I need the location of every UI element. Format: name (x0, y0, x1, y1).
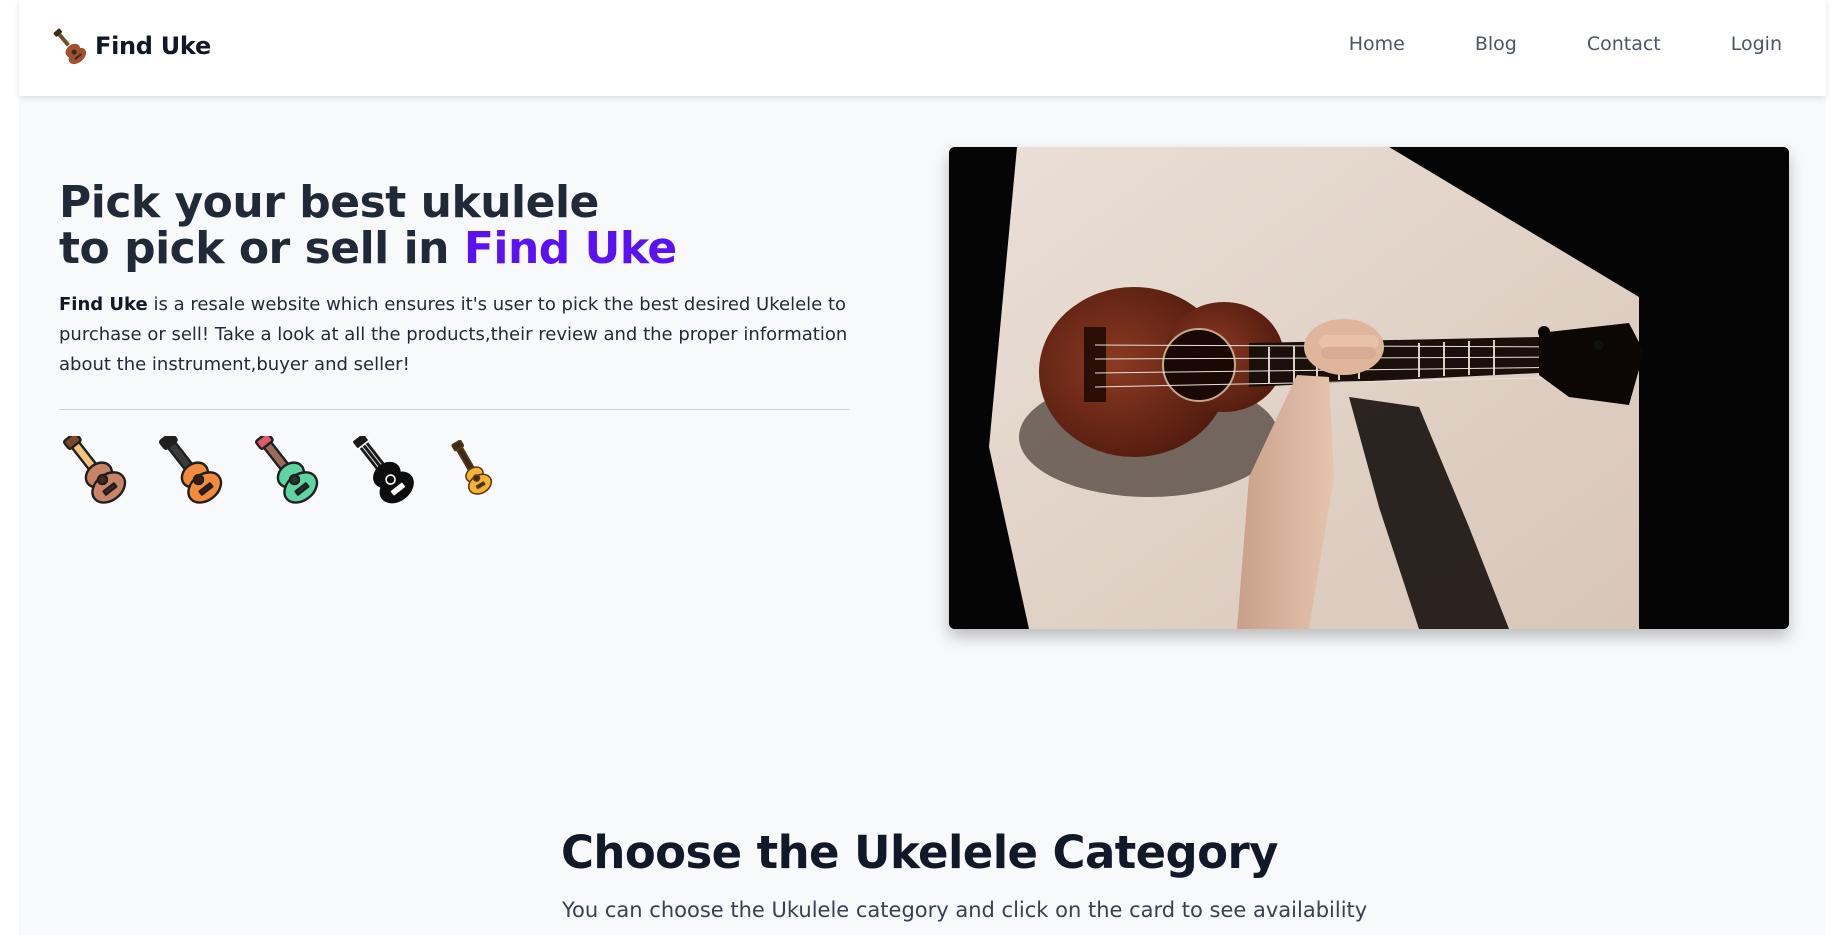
hero-title-accent: Find Uke (463, 223, 677, 274)
hero-title: Pick your best ukulele to pick or sell i… (59, 180, 677, 272)
nav-blog-link[interactable]: Blog (1475, 33, 1517, 55)
hero-description: Find Uke is a resale website which ensur… (59, 290, 859, 380)
navbar: Find Uke Home Blog Contact Login (19, 0, 1826, 96)
hero-desc-brand: Find Uke (59, 294, 148, 315)
nav-links: Home Blog Contact Login (1279, 33, 1782, 55)
nav-contact-link[interactable]: Contact (1587, 33, 1661, 55)
brown-ukulele-icon (63, 436, 127, 504)
hero-title-line1: Pick your best ukulele (59, 177, 599, 228)
hero-divider (59, 409, 850, 410)
green-ukulele-icon (255, 436, 319, 504)
yellow-ukulele-icon (451, 440, 493, 495)
nav-home-link[interactable]: Home (1349, 33, 1405, 55)
ukulele-logo-icon (53, 28, 87, 65)
hero-desc-text: is a resale website which ensures it's u… (59, 294, 848, 375)
orange-ukulele-icon (159, 436, 223, 504)
hero-ukulele-photo (949, 147, 1789, 629)
category-subtitle: You can choose the Ukulele category and … (562, 898, 1368, 922)
nav-login-link[interactable]: Login (1731, 33, 1782, 55)
black-ukulele-icon (351, 436, 414, 504)
category-title: Choose the Ukelele Category (561, 826, 1278, 879)
brand-name: Find Uke (95, 32, 211, 60)
ukulele-photo (949, 147, 1789, 629)
hero-title-line2: to pick or sell in (59, 223, 464, 274)
ukulele-icon-row (57, 436, 519, 504)
brand-link[interactable]: Find Uke (49, 26, 211, 66)
